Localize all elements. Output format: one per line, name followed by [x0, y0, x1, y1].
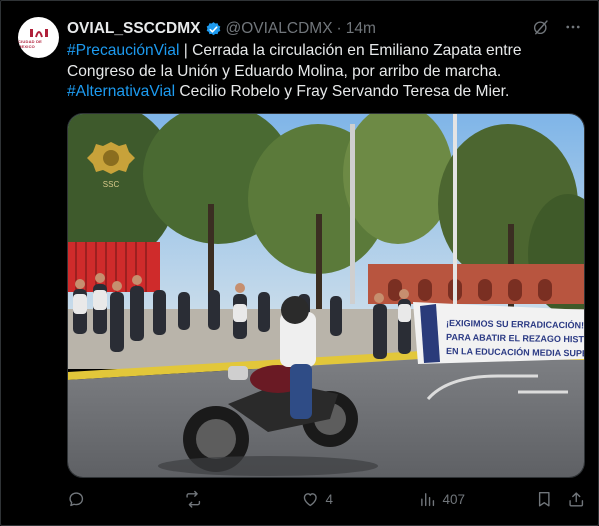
more-icon[interactable] [564, 18, 582, 41]
tweet-card[interactable]: CIUDAD DE MEXICO OVIAL_SSCCDMX @OVIALCDM… [0, 0, 599, 526]
avatar[interactable]: CIUDAD DE MEXICO [18, 17, 59, 58]
hashtag-link[interactable]: #AlternativaVial [67, 83, 175, 100]
views-button[interactable]: 407 [418, 490, 465, 509]
tweet-photo[interactable]: ¡EXIGIMOS SU ERRADICACIÓN! PARA ABATIR E… [67, 113, 585, 478]
repost-button[interactable] [184, 490, 209, 509]
like-count: 4 [325, 491, 334, 507]
verified-badge-icon[interactable] [205, 21, 222, 38]
cdmx-logo-icon [28, 26, 50, 38]
action-bar: 4 407 [67, 490, 587, 512]
author-name[interactable]: OVIAL_SSCCDMX [67, 20, 201, 38]
hashtag-link[interactable]: #PrecauciónVial [67, 42, 179, 59]
tweet-text-segment: Cecilio Robelo y Fray Servando Teresa de… [175, 83, 510, 100]
protest-banner: ¡EXIGIMOS SU ERRADICACIÓN! PARA ABATIR E… [446, 317, 584, 359]
tweet-header: OVIAL_SSCCDMX @OVIALCDMX · 14m [67, 19, 582, 39]
reply-button[interactable] [67, 490, 92, 509]
bookmark-button[interactable] [535, 490, 554, 509]
reply-icon [69, 492, 84, 507]
share-icon [569, 492, 584, 507]
like-icon [303, 493, 317, 507]
author-handle[interactable]: @OVIALCDMX [226, 20, 333, 38]
tweet-text: #PrecauciónVial | Cerrada la circulación… [67, 41, 587, 103]
separator-dot: · [336, 20, 342, 37]
like-button[interactable]: 4 [301, 490, 333, 509]
repost-icon [186, 490, 201, 508]
avatar-label: CIUDAD DE MEXICO [18, 39, 43, 49]
ssc-badge-label: SSC [103, 180, 120, 189]
share-button[interactable] [567, 490, 586, 509]
bookmark-icon [538, 492, 550, 507]
grok-icon[interactable] [532, 18, 550, 41]
views-icon [421, 493, 435, 507]
views-count: 407 [442, 491, 466, 507]
timestamp[interactable]: 14m [346, 20, 376, 38]
